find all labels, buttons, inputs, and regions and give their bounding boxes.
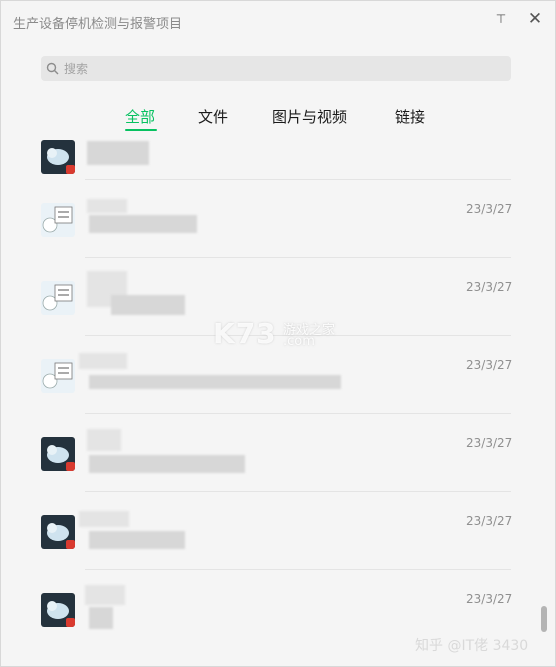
tab-bar: 全部 文件 图片与视频 链接 [1, 101, 555, 135]
close-icon: ✕ [527, 9, 543, 29]
pin-icon: ⊤ [495, 12, 507, 26]
avatar [41, 437, 75, 471]
list-item[interactable]: 23/3/27 [1, 335, 541, 413]
avatar [41, 203, 75, 237]
tab-images-videos[interactable]: 图片与视频 [272, 106, 347, 127]
pin-button[interactable]: ⊤ [491, 9, 511, 29]
message-date: 23/3/27 [466, 358, 513, 372]
redacted-sender [85, 585, 125, 605]
meme-avatar-icon [42, 206, 73, 233]
redacted-content [111, 295, 185, 315]
divider [85, 179, 511, 180]
divider [85, 257, 511, 258]
redacted-content [87, 141, 149, 165]
window-title: 生产设备停机检测与报警项目 [13, 17, 183, 32]
meme-avatar-icon [42, 284, 73, 311]
avatar [41, 515, 75, 549]
tab-files[interactable]: 文件 [198, 106, 228, 127]
tab-links[interactable]: 链接 [395, 106, 425, 127]
redacted-sender [87, 429, 121, 451]
divider [85, 491, 511, 492]
avatar [41, 281, 75, 315]
credit-watermark: 知乎 @IT佬 3430 [415, 638, 529, 654]
divider [85, 413, 511, 414]
list-item[interactable]: 23/3/27 [1, 257, 541, 335]
list-item[interactable]: 23/3/27 [1, 413, 541, 491]
divider [85, 569, 511, 570]
avatar [41, 593, 75, 627]
search-icon [46, 62, 59, 75]
redacted-content [89, 375, 341, 389]
redacted-content [89, 455, 245, 473]
close-button[interactable]: ✕ [525, 9, 545, 29]
meme-avatar-icon [42, 362, 73, 389]
message-date: 23/3/27 [466, 592, 513, 606]
chat-history-window: 生产设备停机检测与报警项目 ⊤ ✕ 搜索 全部 文件 图片与视频 链接 23/3… [0, 0, 556, 667]
badge-icon [66, 540, 75, 549]
redacted-sender [79, 511, 129, 527]
redacted-content [89, 215, 197, 233]
badge-icon [66, 165, 75, 174]
badge-icon [66, 462, 75, 471]
redacted-sender [79, 353, 127, 369]
badge-icon [66, 618, 75, 627]
redacted-content [89, 607, 113, 629]
redacted-sender [87, 199, 127, 213]
title-bar: 生产设备停机检测与报警项目 ⊤ ✕ [1, 1, 555, 45]
scrollbar-thumb[interactable] [541, 606, 547, 632]
search-input[interactable]: 搜索 [41, 56, 511, 81]
list-item[interactable] [1, 137, 541, 179]
list-item[interactable]: 23/3/27 [1, 491, 541, 569]
list-item[interactable]: 23/3/27 [1, 179, 541, 257]
divider [85, 335, 511, 336]
message-date: 23/3/27 [466, 280, 513, 294]
avatar [41, 140, 75, 174]
message-date: 23/3/27 [466, 436, 513, 450]
message-date: 23/3/27 [466, 202, 513, 216]
tab-active-indicator [125, 129, 157, 131]
search-placeholder: 搜索 [64, 62, 89, 76]
redacted-content [89, 531, 185, 549]
tab-all[interactable]: 全部 [125, 106, 155, 127]
message-date: 23/3/27 [466, 514, 513, 528]
message-list[interactable]: 23/3/27 23/3/27 23/3/27 23/3/27 23/3/27 … [1, 137, 555, 666]
avatar [41, 359, 75, 393]
